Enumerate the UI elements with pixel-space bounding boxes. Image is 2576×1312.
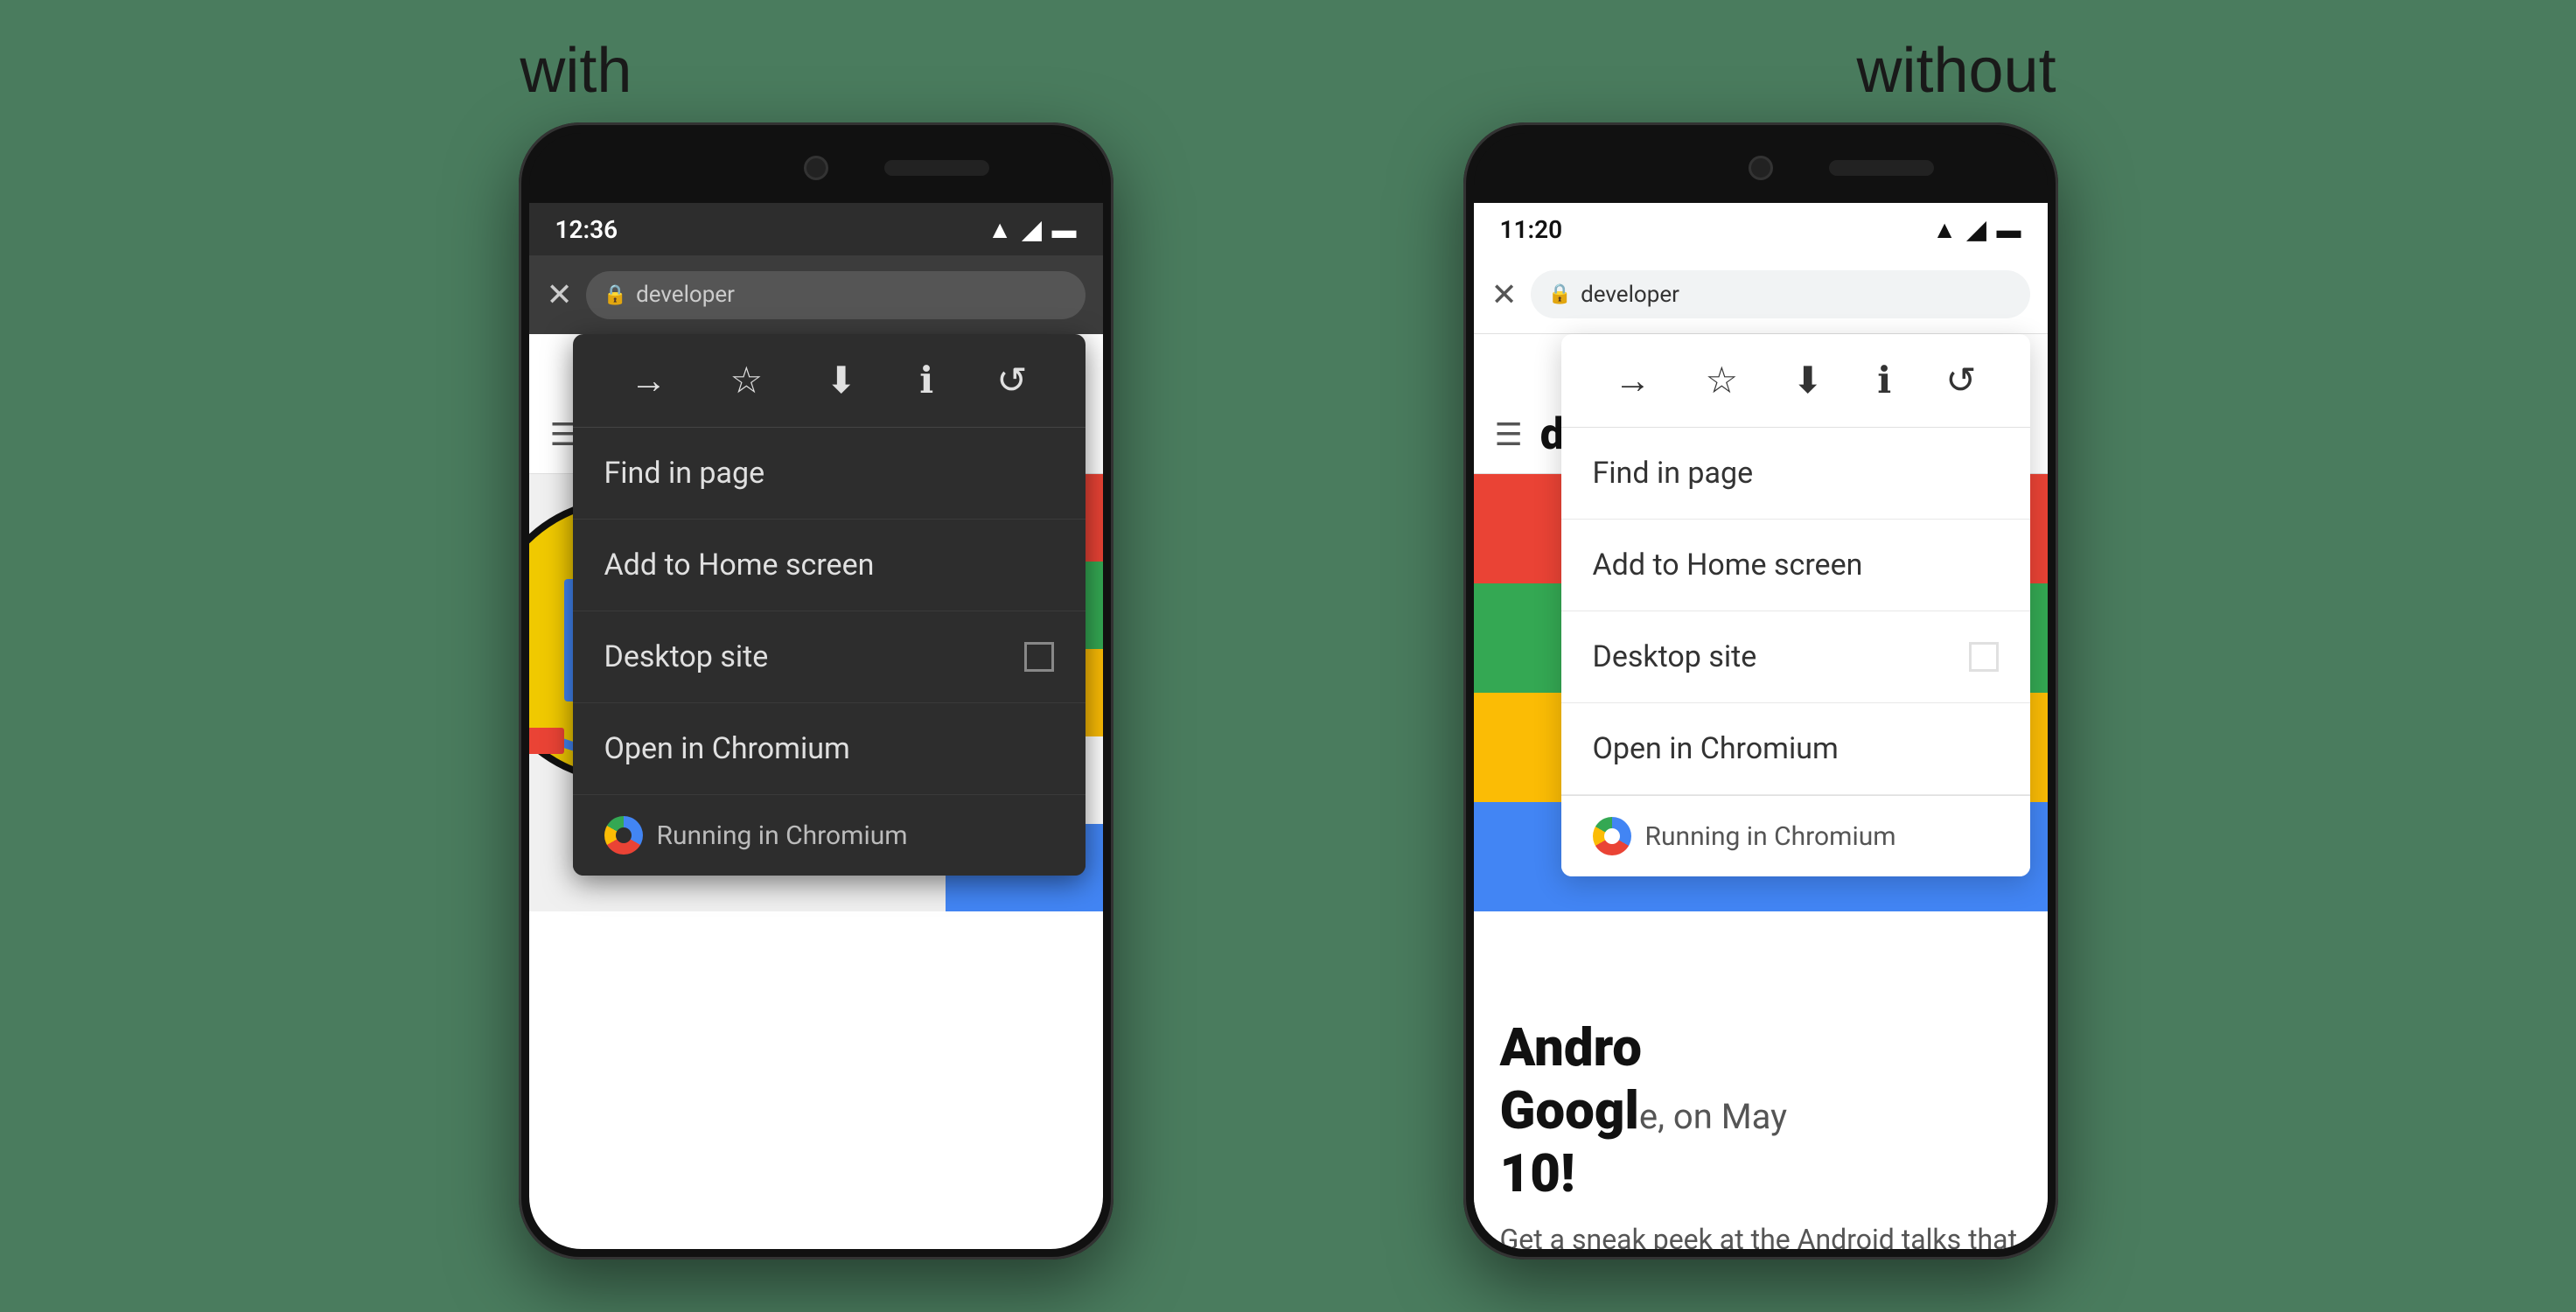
- android-title: AndroGoogle, on May10!: [1500, 1016, 2021, 1205]
- desktop-site-label-dark: Desktop site: [604, 639, 769, 674]
- desktop-checkbox-light[interactable]: [1969, 642, 1999, 672]
- open-chromium-label-light: Open in Chromium: [1593, 731, 1839, 766]
- left-phone: 12:36 ▲ ◢ ▬ ✕ 🔒 developer: [519, 122, 1113, 1260]
- camera-right: [1749, 156, 1773, 180]
- wifi-icon-right: ▲: [1932, 215, 1957, 244]
- right-phone: 11:20 ▲ ◢ ▬ ✕ 🔒 developer: [1463, 122, 2058, 1260]
- battery-icon-left: ▬: [1052, 215, 1077, 244]
- download-icon-light[interactable]: ⬇: [1792, 359, 1823, 402]
- browser-bar-light: ✕ 🔒 developer: [1474, 255, 2048, 334]
- light-menu: → ☆ ⬇ ℹ ↺ Find in page Add to Home scree…: [1561, 334, 2030, 876]
- android-subtitle: Get a sneak peek at the Android talks th…: [1500, 1223, 2021, 1249]
- right-side-button-left-bottom: [1463, 376, 1465, 464]
- info-icon[interactable]: ℹ: [919, 359, 933, 402]
- forward-icon[interactable]: →: [630, 359, 667, 402]
- hamburger-icon-right[interactable]: ☰: [1495, 416, 1523, 453]
- phone-top-bar: [529, 133, 1103, 203]
- add-to-home-label-light: Add to Home screen: [1593, 548, 1863, 583]
- find-in-page-light[interactable]: Find in page: [1561, 428, 2030, 520]
- battery-icon-right: ▬: [1997, 215, 2021, 244]
- download-icon[interactable]: ⬇: [826, 359, 856, 402]
- status-bar-dark: 12:36 ▲ ◢ ▬: [529, 203, 1103, 255]
- desktop-checkbox-dark[interactable]: [1024, 642, 1054, 672]
- open-in-chromium-dark[interactable]: Open in Chromium: [573, 703, 1086, 795]
- url-text-left: developer: [636, 282, 735, 308]
- right-side-button-left-top: [1463, 297, 1465, 350]
- chromium-logo-dark: [604, 816, 643, 855]
- find-in-page-dark[interactable]: Find in page: [573, 428, 1086, 520]
- refresh-icon[interactable]: ↺: [996, 359, 1027, 402]
- info-icon-light[interactable]: ℹ: [1877, 359, 1891, 402]
- dark-menu: → ☆ ⬇ ℹ ↺ Find in page Add to Home scree…: [573, 334, 1086, 876]
- lock-icon-right: 🔒: [1548, 283, 1572, 305]
- speaker: [884, 160, 989, 176]
- side-button-left-bottom: [519, 376, 520, 464]
- right-side-button-right: [2056, 341, 2058, 411]
- wifi-icon-left: ▲: [988, 215, 1012, 244]
- url-bar-left[interactable]: 🔒 developer: [586, 271, 1086, 319]
- right-phone-screen: 11:20 ▲ ◢ ▬ ✕ 🔒 developer: [1474, 203, 2048, 1249]
- time-left: 12:36: [555, 215, 618, 244]
- light-menu-icons: → ☆ ⬇ ℹ ↺: [1561, 334, 2030, 428]
- running-in-chromium-footer-dark: Running in Chromium: [573, 795, 1086, 876]
- side-button-right: [1112, 341, 1113, 411]
- add-to-home-label-dark: Add to Home screen: [604, 548, 875, 583]
- find-in-page-label-dark: Find in page: [604, 456, 765, 491]
- lock-icon-left: 🔒: [604, 284, 627, 306]
- chromium-logo-light: [1593, 817, 1631, 855]
- forward-icon-light[interactable]: →: [1614, 359, 1651, 402]
- close-button-right[interactable]: ✕: [1491, 276, 1518, 313]
- phone-top-bar-right: [1474, 133, 2048, 203]
- speaker-right: [1829, 160, 1934, 176]
- running-in-chromium-footer-light: Running in Chromium: [1561, 795, 2030, 876]
- refresh-icon-light[interactable]: ↺: [1945, 359, 1976, 402]
- status-icons-right: ▲ ◢ ▬: [1932, 215, 2021, 244]
- add-to-home-dark[interactable]: Add to Home screen: [573, 520, 1086, 611]
- without-label: without: [1856, 35, 2056, 107]
- open-in-chromium-light[interactable]: Open in Chromium: [1561, 703, 2030, 795]
- left-phone-screen: 12:36 ▲ ◢ ▬ ✕ 🔒 developer: [529, 203, 1103, 1249]
- running-in-chromium-dark: Running in Chromium: [657, 820, 908, 851]
- desktop-site-light[interactable]: Desktop site: [1561, 611, 2030, 703]
- close-button-left[interactable]: ✕: [547, 276, 573, 313]
- running-in-chromium-light: Running in Chromium: [1645, 821, 1896, 852]
- star-icon[interactable]: ☆: [730, 359, 763, 402]
- url-text-right: developer: [1581, 282, 1679, 308]
- add-to-home-light[interactable]: Add to Home screen: [1561, 520, 2030, 611]
- url-bar-right[interactable]: 🔒 developer: [1531, 270, 2030, 318]
- side-button-left-top: [519, 297, 520, 350]
- time-right: 11:20: [1500, 215, 1563, 244]
- signal-icon-left: ◢: [1023, 215, 1042, 244]
- star-icon-light[interactable]: ☆: [1705, 359, 1738, 402]
- dark-menu-icons: → ☆ ⬇ ℹ ↺: [573, 334, 1086, 428]
- status-bar-light: 11:20 ▲ ◢ ▬: [1474, 203, 2048, 255]
- with-label: with: [520, 35, 632, 107]
- status-icons-left: ▲ ◢ ▬: [988, 215, 1076, 244]
- browser-bar-dark: ✕ 🔒 developer: [529, 255, 1103, 334]
- signal-icon-right: ◢: [1967, 215, 1986, 244]
- open-chromium-label-dark: Open in Chromium: [604, 731, 850, 766]
- camera: [804, 156, 828, 180]
- find-in-page-label-light: Find in page: [1593, 456, 1754, 491]
- desktop-site-label-light: Desktop site: [1593, 639, 1757, 674]
- desktop-site-dark[interactable]: Desktop site: [573, 611, 1086, 703]
- android-content-right: AndroGoogle, on May10! Get a sneak peek …: [1474, 990, 2048, 1249]
